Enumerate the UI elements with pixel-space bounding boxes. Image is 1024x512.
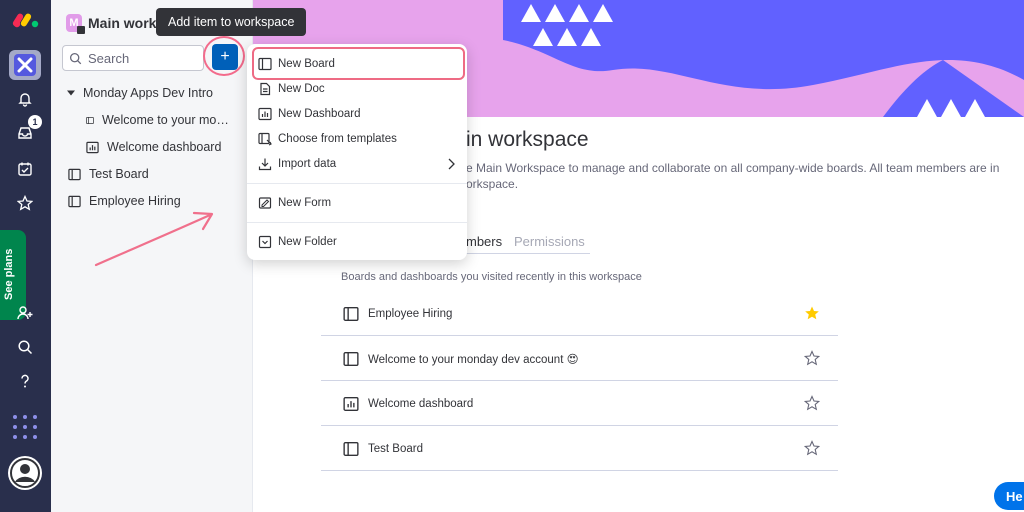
recent-row-test-board[interactable]: Test Board [321, 427, 838, 471]
sidebar-item-label: Test Board [89, 167, 149, 181]
left-rail: 1 See plans [0, 0, 51, 512]
sidebar-item-test-board[interactable]: Test Board [68, 167, 149, 181]
menu-item-new-form[interactable]: New Form [247, 191, 467, 215]
templates-icon [258, 132, 272, 146]
inbox-count-badge: 1 [28, 115, 42, 129]
board-icon [343, 307, 359, 321]
form-icon [258, 197, 272, 209]
sidebar-folder[interactable]: Monday Apps Dev Intro [67, 86, 213, 100]
doc-icon [260, 82, 271, 96]
menu-item-label: New Dashboard [278, 108, 361, 120]
menu-divider [247, 222, 467, 223]
home-icon [77, 26, 85, 34]
annotation-highlight-box [252, 47, 465, 80]
search-input[interactable] [88, 50, 198, 66]
monday-logo-icon[interactable] [12, 10, 40, 30]
recent-row-employee-hiring[interactable]: Employee Hiring [321, 292, 838, 336]
help-question-icon[interactable] [14, 370, 36, 392]
tab-members[interactable]: mbers [466, 234, 502, 249]
star-outline-icon[interactable] [804, 440, 820, 456]
menu-divider [247, 183, 467, 184]
sidebar-item-label: Welcome dashboard [107, 140, 222, 154]
see-plans-label: See plans [3, 248, 15, 300]
dashboard-icon [86, 141, 99, 153]
add-item-tooltip: Add item to workspace [156, 8, 307, 36]
menu-item-new-folder[interactable]: New Folder [247, 230, 467, 254]
menu-item-new-doc[interactable]: New Doc [247, 77, 467, 101]
chevron-right-icon [448, 158, 455, 170]
recent-row-welcome-board[interactable]: Welcome to your monday dev account 😍 [321, 337, 838, 381]
caret-down-icon [67, 90, 75, 96]
sidebar-folder-label: Monday Apps Dev Intro [83, 86, 213, 100]
sidebar-item-welcome-board[interactable]: Welcome to your monday dev account [86, 113, 232, 127]
recent-row-label: Test Board [368, 442, 423, 455]
tabs-divider [466, 253, 590, 254]
workspace-switcher-button[interactable] [9, 50, 41, 80]
board-icon [68, 168, 81, 180]
page-title: in workspace [466, 128, 589, 151]
menu-item-label: Choose from templates [278, 133, 397, 145]
folder-icon [258, 235, 272, 249]
search-icon [69, 52, 82, 64]
user-avatar[interactable] [8, 456, 42, 490]
recent-section-label: Boards and dashboards you visited recent… [341, 271, 642, 283]
user-avatar-icon [10, 458, 40, 488]
star-outline-icon[interactable] [804, 350, 820, 366]
sidebar-search[interactable] [62, 45, 204, 71]
import-icon [258, 158, 272, 171]
recent-row-label: Welcome dashboard [368, 397, 474, 410]
star-filled-icon[interactable] [804, 305, 820, 321]
annotation-circle [203, 36, 245, 76]
menu-item-choose-templates[interactable]: Choose from templates [247, 127, 467, 151]
menu-item-label: New Form [278, 197, 332, 209]
favorites-star-icon[interactable] [14, 192, 36, 214]
board-icon [68, 195, 81, 207]
workspace-description: e Main Workspace to manage and collabora… [466, 161, 1000, 175]
notifications-bell-icon[interactable] [14, 88, 36, 110]
sidebar-item-label: Welcome to your monday dev account [101, 113, 232, 127]
dashboard-icon [343, 397, 359, 411]
board-icon [343, 442, 359, 456]
invite-members-icon[interactable] [14, 302, 36, 324]
workspace-description-cont: orkspace. [466, 177, 519, 191]
board-icon [86, 116, 94, 124]
menu-item-label: New Folder [278, 236, 337, 248]
search-icon[interactable] [14, 336, 36, 358]
recent-row-label: Employee Hiring [368, 307, 453, 320]
star-outline-icon[interactable] [804, 395, 820, 411]
sidebar-item-welcome-dashboard[interactable]: Welcome dashboard [86, 140, 221, 154]
workspace-icon: M [66, 14, 85, 34]
my-work-calendar-icon[interactable] [14, 158, 36, 180]
help-button[interactable]: He [994, 482, 1024, 510]
recent-row-welcome-dashboard[interactable]: Welcome dashboard [321, 382, 838, 426]
board-icon [343, 352, 359, 366]
menu-item-label: Import data [278, 158, 337, 170]
apps-grid-icon[interactable] [13, 415, 37, 439]
workspace-header[interactable]: M Main workspace [66, 12, 156, 34]
menu-item-import-data[interactable]: Import data [247, 152, 467, 176]
menu-item-label: New Doc [278, 83, 325, 95]
dev-x-icon [17, 57, 33, 73]
annotation-arrow-icon [94, 211, 214, 267]
recent-row-label: Welcome to your monday dev account 😍 [368, 353, 579, 366]
menu-item-new-dashboard[interactable]: New Dashboard [247, 102, 467, 126]
dashboard-icon [258, 107, 272, 121]
workspace-name: Main workspace [88, 15, 156, 31]
tab-permissions[interactable]: Permissions [514, 234, 585, 249]
